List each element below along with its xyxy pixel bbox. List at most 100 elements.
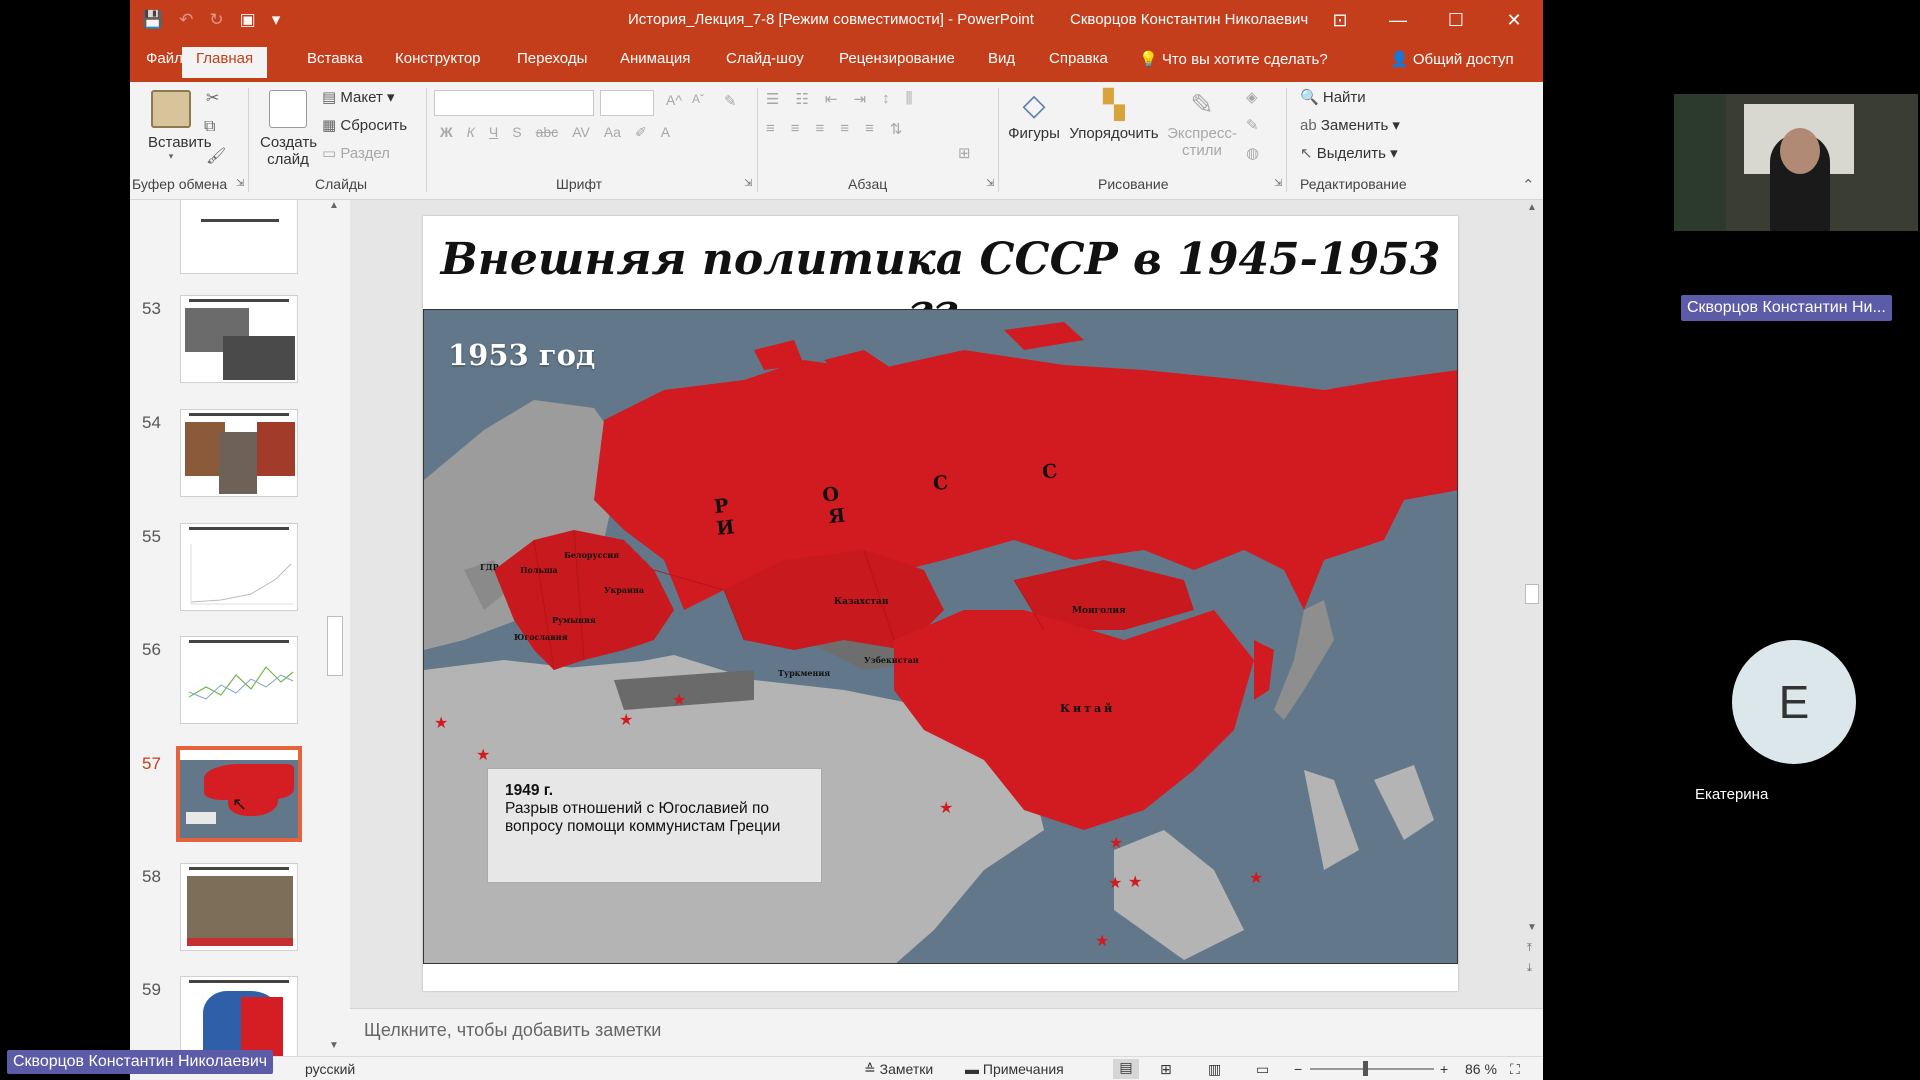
reading-view-icon[interactable]: ▥	[1208, 1061, 1221, 1078]
shadow-button[interactable]: S	[512, 124, 521, 141]
font-color-button[interactable]: A	[661, 124, 670, 141]
tab-review[interactable]: Рецензирование	[839, 50, 955, 67]
slide-scrollbar[interactable]: ▲ ▼ ⤒ ⤓	[1525, 200, 1541, 1008]
slide-thumbnail[interactable]: 53	[130, 295, 340, 391]
minimize-icon[interactable]: —	[1369, 0, 1427, 40]
next-slide-icon[interactable]: ⤓	[1527, 962, 1532, 975]
section-button[interactable]: ▭ Раздел	[322, 144, 390, 162]
bold-button[interactable]: Ж	[440, 124, 453, 141]
share-button[interactable]: 👤 Общий доступ	[1390, 50, 1514, 68]
tab-animations[interactable]: Анимация	[620, 50, 690, 67]
replace-button[interactable]: ab Заменить ▾	[1300, 116, 1400, 134]
font-name-combobox[interactable]	[434, 90, 594, 116]
tab-slideshow[interactable]: Слайд-шоу	[726, 50, 804, 67]
shapes-button[interactable]: ◇ Фигуры	[1006, 88, 1062, 142]
find-button[interactable]: 🔍 Найти	[1300, 88, 1366, 106]
line-spacing-icon[interactable]: ↕	[882, 90, 890, 108]
thumbnail-scrollbar[interactable]: ▲ ▼	[326, 200, 344, 1060]
decrease-indent-icon[interactable]: ⇤	[825, 90, 838, 108]
slide-thumbnail-selected[interactable]: 57 ↖	[130, 746, 340, 846]
collapse-ribbon-icon[interactable]: ⌃	[1522, 176, 1535, 194]
save-icon[interactable]: 💾	[142, 10, 163, 30]
columns-icon[interactable]: ⫼	[906, 90, 913, 108]
select-button[interactable]: ↖ Выделить ▾	[1300, 144, 1398, 162]
clear-formatting-icon[interactable]: ✎	[724, 92, 737, 110]
slideshow-from-start-icon[interactable]: ▣	[240, 10, 256, 30]
previous-slide-icon[interactable]: ⤒	[1527, 942, 1532, 955]
zoom-slider[interactable]	[1310, 1068, 1434, 1070]
font-grow-icon[interactable]: A^	[666, 92, 682, 108]
shape-outline-icon[interactable]: ✎	[1246, 116, 1259, 134]
scroll-up-icon[interactable]: ▲	[329, 200, 339, 211]
italic-button[interactable]: К	[467, 124, 475, 141]
zoom-slider-thumb[interactable]	[1363, 1061, 1368, 1076]
align-right-icon[interactable]: ≡	[816, 120, 825, 138]
zoom-in-icon[interactable]: +	[1440, 1061, 1448, 1077]
scroll-down-icon[interactable]: ▼	[1527, 922, 1537, 933]
new-slide-button[interactable]: Создать слайд	[260, 90, 317, 168]
strikethrough-button[interactable]: abc	[536, 124, 559, 141]
layout-button[interactable]: ▤ Макет ▾	[322, 88, 395, 106]
slide-thumbnail[interactable]: 59	[130, 976, 340, 1060]
slide-thumbnail[interactable]: 56	[130, 636, 340, 732]
smartart-icon[interactable]: ⊞	[958, 144, 971, 162]
slide-thumbnail[interactable]: 55	[130, 523, 340, 619]
dialog-launcher-icon[interactable]: ⇲	[1274, 178, 1282, 189]
bullets-icon[interactable]: ☰	[766, 90, 779, 108]
increase-indent-icon[interactable]: ⇥	[853, 90, 866, 108]
slide-thumbnail[interactable]	[130, 200, 340, 286]
zoom-level[interactable]: 86 %	[1465, 1061, 1497, 1077]
zoom-out-icon[interactable]: −	[1294, 1061, 1302, 1077]
scrollbar-thumb[interactable]	[327, 616, 343, 676]
dialog-launcher-icon[interactable]: ⇲	[986, 178, 994, 189]
quick-styles-button[interactable]: ✎ Экспресс- стили	[1164, 88, 1240, 159]
normal-view-icon[interactable]: ▤	[1113, 1059, 1139, 1079]
tab-view[interactable]: Вид	[988, 50, 1015, 67]
paste-button[interactable]: Вставить ▾	[148, 90, 212, 162]
text-direction-icon[interactable]: ⇅	[890, 120, 903, 138]
fit-to-window-icon[interactable]: ⛶	[1510, 1061, 1520, 1078]
format-painter-icon[interactable]: 🖌	[206, 146, 226, 166]
font-size-combobox[interactable]	[600, 90, 654, 116]
map-image[interactable]: ★ ★ ★ ★ ★ ★ ★ ★ ★ ★ 1953 год Р О С С И Я Китай…	[423, 309, 1458, 964]
justify-icon[interactable]: ≡	[840, 120, 849, 138]
shape-effects-icon[interactable]: ◍	[1246, 144, 1259, 162]
tab-help[interactable]: Справка	[1049, 50, 1108, 67]
maximize-icon[interactable]: ☐	[1427, 0, 1485, 40]
align-left-icon[interactable]: ≡	[766, 120, 775, 138]
highlight-icon[interactable]: ✐	[635, 124, 647, 141]
undo-icon[interactable]: ↶	[179, 10, 193, 30]
align-center-icon[interactable]: ≡	[791, 120, 800, 138]
dialog-launcher-icon[interactable]: ⇲	[744, 178, 752, 189]
tab-insert[interactable]: Вставка	[307, 50, 363, 67]
slide-thumbnail[interactable]: 54	[130, 409, 340, 505]
slide-thumbnail[interactable]: 58	[130, 863, 340, 959]
comments-toggle-button[interactable]: ▬ Примечания	[965, 1061, 1064, 1077]
change-case-button[interactable]: Aa	[604, 124, 621, 141]
current-slide[interactable]: Внешняя политика СССР в 1945-1953 гг.	[423, 216, 1458, 991]
dialog-launcher-icon[interactable]: ⇲	[236, 178, 244, 189]
close-icon[interactable]: ✕	[1485, 0, 1543, 40]
shape-fill-icon[interactable]: ◈	[1246, 88, 1258, 106]
scroll-down-icon[interactable]: ▼	[329, 1040, 339, 1051]
notes-toggle-button[interactable]: ≙ Заметки	[864, 1061, 933, 1078]
customize-qat-icon[interactable]: ▾	[272, 10, 281, 30]
underline-button[interactable]: Ч	[489, 124, 498, 141]
reset-button[interactable]: ▦ Сбросить	[322, 116, 407, 134]
participant-avatar[interactable]: Е	[1732, 640, 1856, 764]
tab-file[interactable]: Файл	[146, 50, 183, 67]
char-spacing-button[interactable]: AV	[572, 124, 590, 141]
callout-textbox[interactable]: 1949 г. Разрыв отношений с Югославией по…	[487, 768, 822, 883]
ribbon-display-options-icon[interactable]: ⊡	[1311, 0, 1369, 40]
align-text-icon[interactable]: ≡	[865, 120, 874, 138]
slideshow-view-icon[interactable]: ▭	[1256, 1061, 1269, 1078]
tab-home[interactable]: Главная	[182, 47, 268, 78]
slide-sorter-icon[interactable]: ⊞	[1160, 1061, 1172, 1078]
tab-transitions[interactable]: Переходы	[517, 50, 587, 67]
tell-me-search[interactable]: 💡 Что вы хотите сделать?	[1139, 50, 1328, 68]
font-shrink-icon[interactable]: Aˇ	[692, 92, 704, 106]
scrollbar-thumb[interactable]	[1525, 584, 1539, 604]
tab-design[interactable]: Конструктор	[395, 50, 481, 67]
scroll-up-icon[interactable]: ▲	[1527, 202, 1537, 213]
language-indicator[interactable]: русский	[305, 1061, 355, 1077]
